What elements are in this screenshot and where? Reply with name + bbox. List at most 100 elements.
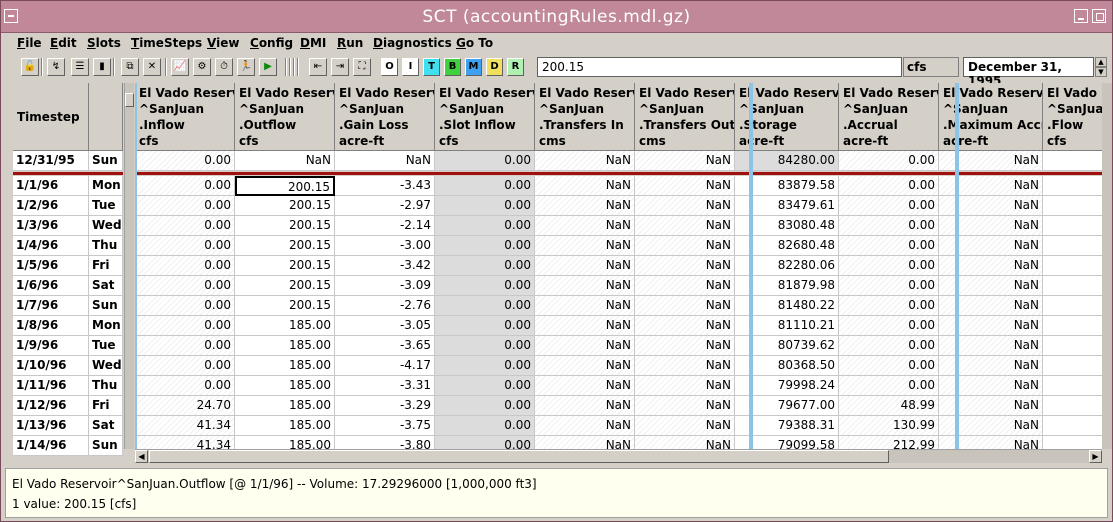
column-header[interactable]: El Vado Reservoir ^SanJuan .Slot Inflow cfs — [435, 83, 535, 151]
table-cell[interactable]: 200.15 — [235, 296, 335, 316]
filter-button-r[interactable]: R — [507, 58, 524, 76]
table-cell[interactable]: 130.99 — [839, 416, 939, 436]
table-cell[interactable]: 0.00 — [135, 316, 235, 336]
table-cell[interactable]: NaN — [635, 196, 735, 216]
table-cell[interactable]: 0.00 — [135, 216, 235, 236]
table-cell[interactable]: 185.00 — [235, 376, 335, 396]
table-cell[interactable] — [1043, 436, 1102, 449]
date-spinner[interactable]: ▲ ▼ — [1095, 57, 1107, 77]
table-cell[interactable]: NaN — [535, 236, 635, 256]
table-cell[interactable]: NaN — [635, 216, 735, 236]
table-cell[interactable]: -2.76 — [335, 296, 435, 316]
table-cell[interactable]: 200.15 — [235, 276, 335, 296]
table-cell[interactable]: 200.15 — [235, 236, 335, 256]
column-header[interactable]: El Vado Reservoir ^SanJuan .Gain Loss acre-… — [335, 83, 435, 151]
table-cell[interactable]: 0.00 — [435, 256, 535, 276]
table-cell[interactable]: NaN — [635, 316, 735, 336]
table-cell[interactable]: 0.00 — [839, 276, 939, 296]
table-cell[interactable] — [1043, 196, 1102, 216]
table-cell[interactable]: NaN — [535, 216, 635, 236]
table-cell[interactable] — [1043, 316, 1102, 336]
menu-run[interactable]: Run — [337, 36, 363, 50]
table-cell[interactable]: -3.29 — [335, 396, 435, 416]
column-header[interactable]: El Vado Reservoir ^SanJuan .Flow cfs — [1043, 83, 1102, 151]
table-cell[interactable]: -3.09 — [335, 276, 435, 296]
table-cell[interactable]: 0.00 — [135, 196, 235, 216]
table-cell[interactable]: 0.00 — [135, 256, 235, 276]
table-cell[interactable]: 0.00 — [839, 216, 939, 236]
table-cell[interactable]: NaN — [535, 316, 635, 336]
table-cell[interactable]: 0.00 — [135, 176, 235, 196]
scroll-right-icon[interactable]: ▶ — [1089, 450, 1102, 463]
table-cell[interactable]: NaN — [635, 256, 735, 276]
clear-icon[interactable]: ✕ — [143, 58, 161, 76]
table-cell[interactable]: 0.00 — [435, 276, 535, 296]
table-cell[interactable]: 0.00 — [435, 336, 535, 356]
table-cell[interactable]: 185.00 — [235, 436, 335, 449]
spin-down-icon[interactable]: ▼ — [1095, 67, 1107, 77]
column-header[interactable]: El Vado Reservoir ^SanJuan .Inflow cfs — [135, 83, 235, 151]
table-cell[interactable]: -2.97 — [335, 196, 435, 216]
table-cell[interactable]: 0.00 — [435, 236, 535, 256]
header-scrollbar[interactable] — [124, 83, 134, 449]
table-cell[interactable]: 24.70 — [135, 396, 235, 416]
table-cell[interactable]: NaN — [535, 276, 635, 296]
table-cell[interactable]: 0.00 — [839, 151, 939, 171]
table-cell[interactable]: -3.31 — [335, 376, 435, 396]
table-cell[interactable]: NaN — [535, 296, 635, 316]
table-cell[interactable] — [1043, 256, 1102, 276]
run-icon[interactable]: ⚙ — [193, 58, 211, 76]
table-cell[interactable] — [1043, 376, 1102, 396]
table-cell[interactable]: 0.00 — [435, 176, 535, 196]
column-header[interactable]: El Vado Reservoir ^SanJuan .Outflow cfs — [235, 83, 335, 151]
table-cell[interactable] — [1043, 276, 1102, 296]
align-right-icon[interactable]: ⇥ — [331, 58, 349, 76]
table-cell[interactable]: 185.00 — [235, 356, 335, 376]
table-cell[interactable]: NaN — [535, 436, 635, 449]
table-cell[interactable]: -2.14 — [335, 216, 435, 236]
table-cell[interactable]: 41.34 — [135, 416, 235, 436]
table-cell[interactable]: -3.05 — [335, 316, 435, 336]
table-cell[interactable]: 185.00 — [235, 316, 335, 336]
table-cell[interactable]: NaN — [635, 396, 735, 416]
table-cell[interactable] — [1043, 216, 1102, 236]
table-cell[interactable]: 0.00 — [135, 336, 235, 356]
table-cell[interactable]: 0.00 — [435, 436, 535, 449]
table-cell[interactable]: NaN — [635, 236, 735, 256]
scroll-thumb[interactable] — [125, 93, 134, 107]
menu-file[interactable]: File — [17, 36, 42, 50]
table-cell[interactable]: -3.00 — [335, 236, 435, 256]
table-cell[interactable] — [1043, 236, 1102, 256]
table-cell[interactable]: 0.00 — [435, 416, 535, 436]
timer-icon[interactable]: ⏱ — [215, 58, 233, 76]
scroll-left-icon[interactable]: ◀ — [135, 450, 148, 463]
table-cell[interactable]: NaN — [535, 336, 635, 356]
table-cell[interactable]: NaN — [235, 151, 335, 171]
table-cell[interactable] — [1043, 336, 1102, 356]
table-cell[interactable]: 0.00 — [839, 176, 939, 196]
table-cell[interactable]: 0.00 — [435, 376, 535, 396]
table-cell[interactable] — [1043, 356, 1102, 376]
table-cell[interactable]: -3.42 — [335, 256, 435, 276]
table-cell[interactable]: -3.43 — [335, 176, 435, 196]
value-input[interactable]: 200.15 — [537, 57, 902, 77]
units-field[interactable]: cfs — [903, 57, 959, 77]
table-cell[interactable]: 0.00 — [435, 151, 535, 171]
table-cell[interactable]: NaN — [535, 196, 635, 216]
filter-button-i[interactable]: I — [402, 58, 419, 76]
table-cell[interactable]: NaN — [535, 356, 635, 376]
maximize-icon[interactable] — [1092, 9, 1106, 23]
play-icon[interactable]: ▶ — [259, 58, 277, 76]
table-cell[interactable]: NaN — [535, 396, 635, 416]
table-cell[interactable]: 185.00 — [235, 336, 335, 356]
table-cell[interactable]: 0.00 — [839, 296, 939, 316]
table-cell[interactable]: NaN — [635, 296, 735, 316]
align-left-icon[interactable]: ⇤ — [309, 58, 327, 76]
table-cell[interactable]: NaN — [635, 336, 735, 356]
column-header[interactable]: El Vado Reservoir ^SanJuan .Accrual acre-ft — [839, 83, 939, 151]
table-cell[interactable]: NaN — [535, 256, 635, 276]
day-header[interactable] — [89, 83, 123, 151]
table-cell[interactable]: 200.15 — [235, 196, 335, 216]
table-cell[interactable]: 0.00 — [135, 376, 235, 396]
table-cell[interactable]: -3.65 — [335, 336, 435, 356]
